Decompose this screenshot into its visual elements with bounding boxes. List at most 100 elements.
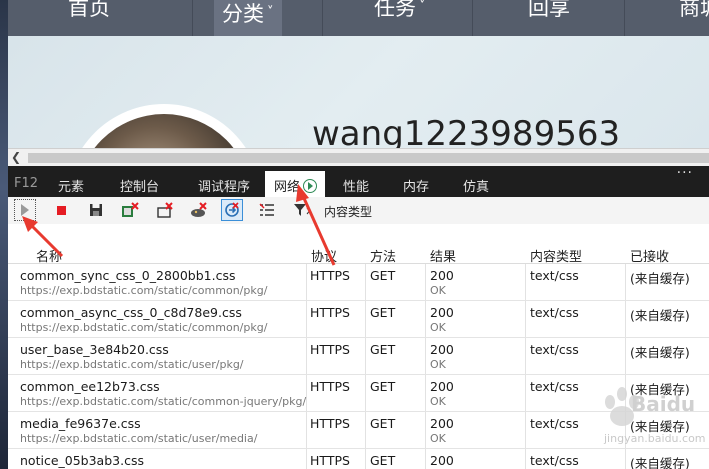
request-protocol: HTTPS xyxy=(310,379,350,394)
request-protocol: HTTPS xyxy=(310,416,350,431)
request-status: 200 xyxy=(430,268,454,283)
tab-network-label: 网络 xyxy=(274,180,301,195)
nav-item-mall[interactable]: 商城 xyxy=(679,0,709,22)
request-content-type: text/css xyxy=(530,453,579,468)
request-name: common_async_css_0_c8d78e9.css xyxy=(20,305,242,320)
nav-item-share[interactable]: 回享 xyxy=(528,0,570,22)
stop-icon[interactable] xyxy=(50,199,72,221)
play-icon[interactable] xyxy=(14,199,36,221)
column-header-result[interactable]: 结果 xyxy=(430,246,456,265)
more-icon[interactable]: ... xyxy=(677,161,693,177)
request-method: GET xyxy=(370,453,396,468)
always-refresh-icon[interactable] xyxy=(221,199,243,221)
request-method: GET xyxy=(370,268,396,283)
recording-icon xyxy=(303,179,318,193)
site-nav: 首页 分类˅ 任务˅ 回享 商城 xyxy=(8,0,709,36)
network-toolbar: 内容类型 xyxy=(8,197,709,224)
clear-entries-icon[interactable] xyxy=(154,199,176,221)
table-row[interactable]: notice_05b3ab3.css HTTPS GET 200 text/cs… xyxy=(8,449,709,469)
tab-network[interactable]: 网络 xyxy=(265,171,326,197)
content-type-filter[interactable]: 内容类型 xyxy=(324,203,372,220)
tab-elements[interactable]: 元素 xyxy=(58,171,84,197)
request-protocol: HTTPS xyxy=(310,342,350,357)
request-protocol: HTTPS xyxy=(310,453,350,468)
nav-item-label: 首页 xyxy=(68,0,110,20)
request-url: https://exp.bdstatic.com/static/common/p… xyxy=(20,284,268,297)
request-protocol: HTTPS xyxy=(310,268,350,283)
scrollbar-thumb[interactable] xyxy=(28,153,709,163)
request-status: 200 xyxy=(430,305,454,320)
profile-username: wang1223989563 xyxy=(312,114,621,148)
nav-divider xyxy=(472,0,473,36)
request-url: https://exp.bdstatic.com/static/common-j… xyxy=(20,395,307,408)
tab-memory[interactable]: 内存 xyxy=(403,171,429,197)
f12-label: F12 xyxy=(14,176,39,191)
request-content-type: text/css xyxy=(530,342,579,357)
request-status: 200 xyxy=(430,342,454,357)
profile-header: wang1223989563 xyxy=(8,36,709,148)
request-received: (来自缓存) xyxy=(630,308,690,323)
request-url: https://exp.bdstatic.com/static/user/pkg… xyxy=(20,358,244,371)
filter-list-icon[interactable] xyxy=(256,199,278,221)
clear-cache-icon[interactable] xyxy=(119,199,141,221)
scroll-left-icon[interactable]: ❮ xyxy=(11,150,21,164)
request-method: GET xyxy=(370,342,396,357)
request-name: common_ee12b73.css xyxy=(20,379,160,394)
nav-item-category[interactable]: 分类 ˅ xyxy=(214,0,282,36)
request-method: GET xyxy=(370,305,396,320)
column-header-content-type[interactable]: 内容类型 xyxy=(530,246,582,265)
request-url: https://exp.bdstatic.com/static/common/p… xyxy=(20,321,268,334)
request-method: GET xyxy=(370,379,396,394)
request-status: 200 xyxy=(430,453,454,468)
request-content-type: text/css xyxy=(530,416,579,431)
clear-cookies-icon[interactable] xyxy=(188,199,210,221)
tab-emulation[interactable]: 仿真 xyxy=(463,171,489,197)
request-url: https://exp.bdstatic.com/static/user/med… xyxy=(20,432,258,445)
request-status: 200 xyxy=(430,416,454,431)
request-content-type: text/css xyxy=(530,268,579,283)
column-header-name[interactable]: 名称 xyxy=(36,246,62,265)
table-row[interactable]: common_sync_css_0_2800bb1.css https://ex… xyxy=(8,264,709,301)
request-status-text: OK xyxy=(430,395,446,408)
tab-performance[interactable]: 性能 xyxy=(343,171,369,197)
request-name: media_fe9637e.css xyxy=(20,416,141,431)
table-header: 名称 协议 方法 结果 内容类型 已接收 xyxy=(8,224,709,265)
nav-item-label: 回享 xyxy=(528,0,570,20)
request-status-text: OK xyxy=(430,358,446,371)
request-name: notice_05b3ab3.css xyxy=(20,453,144,468)
column-header-method[interactable]: 方法 xyxy=(370,246,396,265)
column-header-received[interactable]: 已接收 xyxy=(630,246,669,265)
devtools-tab-bar: ... F12 元素 控制台 调试程序 网络 性能 内存 仿真 xyxy=(8,161,709,197)
nav-item-label: 商城 xyxy=(679,0,709,20)
page-horizontal-scrollbar[interactable]: ❮ xyxy=(8,148,709,166)
desktop-background xyxy=(0,0,8,469)
nav-item-home[interactable]: 首页 xyxy=(68,0,110,22)
request-status-text: OK xyxy=(430,432,446,445)
request-name: user_base_3e84b20.css xyxy=(20,342,169,357)
request-received: (来自缓存) xyxy=(630,456,690,469)
request-status-text: OK xyxy=(430,321,446,334)
chevron-down-icon: ˅ xyxy=(419,0,426,14)
request-name: common_sync_css_0_2800bb1.css xyxy=(20,268,236,283)
request-received: (来自缓存) xyxy=(630,271,690,286)
save-icon[interactable] xyxy=(85,199,107,221)
nav-divider xyxy=(322,0,323,36)
nav-divider xyxy=(624,0,625,36)
nav-divider xyxy=(192,0,193,36)
column-header-protocol[interactable]: 协议 xyxy=(311,246,337,265)
request-status: 200 xyxy=(430,379,454,394)
table-row[interactable]: common_async_css_0_c8d78e9.css https://e… xyxy=(8,301,709,338)
table-row[interactable]: user_base_3e84b20.css https://exp.bdstat… xyxy=(8,338,709,375)
request-received: (来自缓存) xyxy=(630,345,690,360)
request-protocol: HTTPS xyxy=(310,305,350,320)
request-method: GET xyxy=(370,416,396,431)
filter-icon[interactable] xyxy=(291,199,313,221)
tab-debugger[interactable]: 调试程序 xyxy=(198,171,250,197)
nav-item-label: 分类 xyxy=(222,2,264,26)
request-content-type: text/css xyxy=(530,379,579,394)
nav-item-label: 任务 xyxy=(374,0,416,20)
tab-console[interactable]: 控制台 xyxy=(120,171,159,197)
request-status-text: OK xyxy=(430,284,446,297)
nav-item-tasks[interactable]: 任务 ˅ xyxy=(374,0,426,22)
watermark-site: jingyan.baidu.com xyxy=(604,432,706,445)
